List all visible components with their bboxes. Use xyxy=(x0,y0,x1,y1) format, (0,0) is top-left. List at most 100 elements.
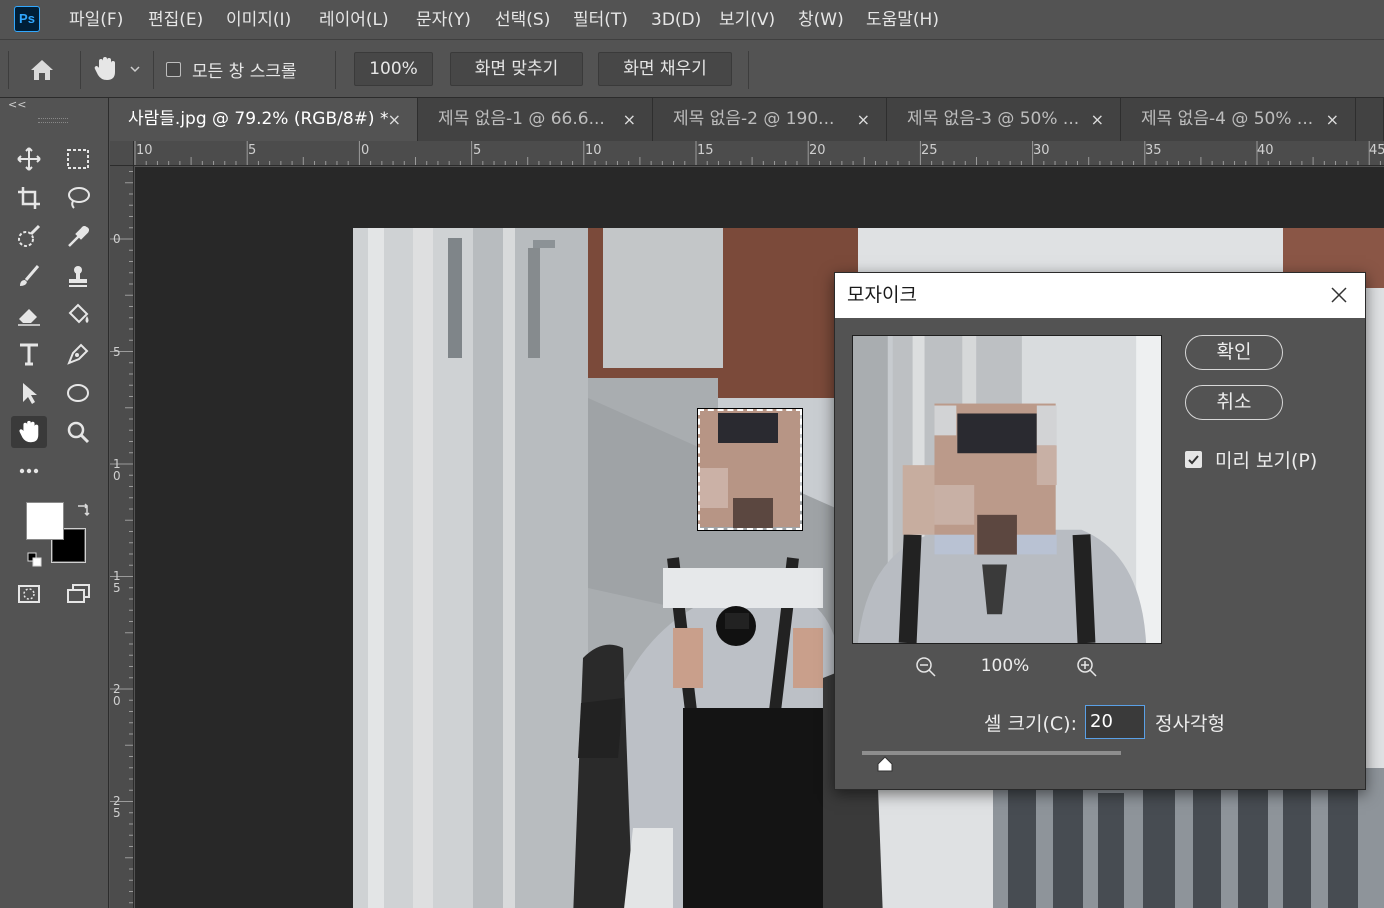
close-icon[interactable]: × xyxy=(1326,98,1339,141)
menu-window[interactable]: 창(W) xyxy=(798,0,844,40)
zoom-in-icon[interactable] xyxy=(1076,656,1098,678)
marquee-icon[interactable] xyxy=(60,143,96,175)
slider-thumb-icon[interactable] xyxy=(876,756,894,773)
preview-zoom-level: 100% xyxy=(980,656,1030,676)
ruler-label: 30 xyxy=(1033,143,1050,158)
quick-mask-icon[interactable] xyxy=(11,578,47,610)
screen-mode-icon[interactable] xyxy=(60,578,96,610)
ruler-label: 45 xyxy=(1369,143,1384,158)
tab-untitled-2[interactable]: 제목 없음-2 @ 190... × xyxy=(655,98,887,141)
paint-bucket-icon[interactable] xyxy=(60,299,96,331)
menu-filter[interactable]: 필터(T) xyxy=(573,0,628,40)
brush-icon[interactable] xyxy=(11,260,47,292)
menu-select[interactable]: 선택(S) xyxy=(495,0,550,40)
fill-screen-button[interactable]: 화면 채우기 xyxy=(598,52,732,86)
cell-size-label: 셀 크기(C): xyxy=(984,713,1077,735)
ruler-label: 10 xyxy=(136,143,153,158)
grip-divider xyxy=(8,51,9,89)
type-icon[interactable] xyxy=(11,338,47,370)
close-icon[interactable]: × xyxy=(857,98,870,141)
ruler-label: 40 xyxy=(1257,143,1274,158)
fit-screen-button[interactable]: 화면 맞추기 xyxy=(450,52,583,86)
close-icon[interactable]: × xyxy=(623,98,636,141)
panel-grip[interactable] xyxy=(38,118,68,123)
default-colors-icon[interactable] xyxy=(27,552,43,568)
ruler-label: 25 xyxy=(113,794,121,820)
divider xyxy=(748,51,749,89)
ruler-label: 35 xyxy=(1145,143,1162,158)
ruler-label: 5 xyxy=(473,143,482,158)
cell-size-unit: 정사각형 xyxy=(1155,713,1225,735)
horizontal-ruler[interactable]: 10 5 0 5 10 15 20 25 30 35 40 45 xyxy=(134,141,1384,166)
close-icon[interactable]: × xyxy=(388,98,401,141)
ellipse-icon[interactable] xyxy=(60,377,96,409)
tab-untitled-4[interactable]: 제목 없음-4 @ 50% ... × xyxy=(1123,98,1356,141)
menu-edit[interactable]: 편집(E) xyxy=(148,0,203,40)
dialog-title: 모자이크 xyxy=(835,273,1365,318)
cell-size-slider[interactable] xyxy=(862,751,1121,755)
menu-image[interactable]: 이미지(I) xyxy=(226,0,291,40)
menu-type[interactable]: 문자(Y) xyxy=(416,0,471,40)
zoom-100-button[interactable]: 100% xyxy=(354,52,433,86)
ruler-label: 5 xyxy=(248,143,257,158)
photoshop-logo: Ps xyxy=(14,6,40,32)
hand-tool-preset-icon[interactable] xyxy=(92,55,118,83)
scroll-all-windows-checkbox[interactable] xyxy=(166,62,181,77)
tab-untitled-1[interactable]: 제목 없음-1 @ 66.6... × xyxy=(420,98,653,141)
zoom-out-icon[interactable] xyxy=(915,656,937,678)
pen-icon[interactable] xyxy=(60,338,96,370)
move-icon[interactable] xyxy=(11,143,47,175)
ok-button[interactable]: 확인 xyxy=(1185,335,1283,370)
menu-file[interactable]: 파일(F) xyxy=(69,0,123,40)
ruler-label: 5 xyxy=(113,345,121,359)
tools-panel: << xyxy=(0,98,109,908)
tab-label: 제목 없음-4 @ 50% ... xyxy=(1141,109,1314,129)
stamp-icon[interactable] xyxy=(60,260,96,292)
scroll-all-windows-label: 모든 창 스크롤 xyxy=(192,62,297,82)
close-icon[interactable] xyxy=(1327,283,1351,307)
tab-label: 사람들.jpg @ 79.2% (RGB/8#) * xyxy=(128,109,389,129)
ruler-label: 0 xyxy=(113,232,121,246)
collapse-panel-icon[interactable]: << xyxy=(8,98,26,111)
foreground-color-swatch[interactable] xyxy=(26,502,64,540)
more-icon[interactable] xyxy=(11,455,47,487)
menu-view[interactable]: 보기(V) xyxy=(719,0,775,40)
menu-layer[interactable]: 레이어(L) xyxy=(319,0,389,40)
chevron-down-icon[interactable] xyxy=(128,61,142,75)
document-tabs: 사람들.jpg @ 79.2% (RGB/8#) * × 제목 없음-1 @ 6… xyxy=(110,98,1384,141)
tab-document-people[interactable]: 사람들.jpg @ 79.2% (RGB/8#) * × xyxy=(110,98,418,141)
menu-help[interactable]: 도움말(H) xyxy=(866,0,939,40)
home-icon[interactable] xyxy=(28,56,56,84)
ruler-label: 15 xyxy=(113,569,121,595)
cancel-button[interactable]: 취소 xyxy=(1185,385,1283,420)
menu-bar: Ps 파일(F) 편집(E) 이미지(I) 레이어(L) 문자(Y) 선택(S)… xyxy=(0,0,1384,40)
tab-untitled-3[interactable]: 제목 없음-3 @ 50% ... × xyxy=(889,98,1121,141)
quick-select-icon[interactable] xyxy=(11,221,47,253)
filter-preview[interactable] xyxy=(852,335,1162,644)
preview-checkbox[interactable] xyxy=(1185,451,1202,468)
ruler-label: 0 xyxy=(361,143,370,158)
ruler-label: 25 xyxy=(921,143,938,158)
eraser-icon[interactable] xyxy=(11,299,47,331)
path-select-icon[interactable] xyxy=(11,377,47,409)
options-bar: 모든 창 스크롤 100% 화면 맞추기 화면 채우기 xyxy=(0,41,1384,98)
swap-colors-icon[interactable] xyxy=(75,502,91,518)
zoom-icon[interactable] xyxy=(60,416,96,448)
cell-size-input[interactable]: 20 xyxy=(1085,705,1145,739)
selection-marquee[interactable] xyxy=(697,408,803,531)
divider xyxy=(153,51,154,89)
ruler-corner[interactable] xyxy=(110,141,134,166)
close-icon[interactable]: × xyxy=(1091,98,1104,141)
tab-label: 제목 없음-1 @ 66.6... xyxy=(438,109,605,129)
crop-icon[interactable] xyxy=(11,182,47,214)
lasso-icon[interactable] xyxy=(60,182,96,214)
tab-label: 제목 없음-2 @ 190... xyxy=(673,109,835,129)
divider xyxy=(80,51,81,89)
menu-3d[interactable]: 3D(D) xyxy=(651,0,701,40)
ruler-label: 15 xyxy=(697,143,714,158)
tab-overflow[interactable] xyxy=(1358,98,1384,141)
vertical-ruler[interactable]: 0 5 10 15 20 25 xyxy=(110,166,134,908)
eyedropper-icon[interactable] xyxy=(60,221,96,253)
hand-icon[interactable] xyxy=(11,416,47,448)
mosaic-dialog: 모자이크 확인 취소 미리 보기(P) 100% 셀 크기(C): 20 정사각… xyxy=(834,272,1366,790)
